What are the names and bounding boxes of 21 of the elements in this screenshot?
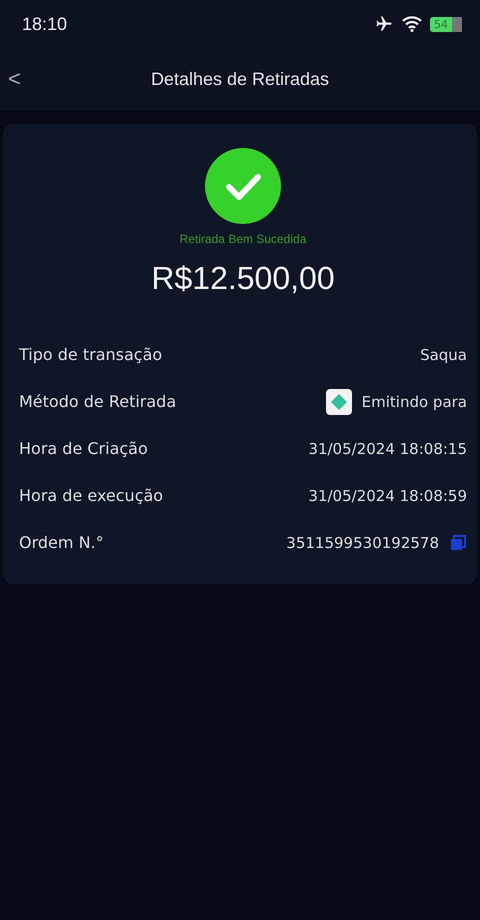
copy-icon[interactable] bbox=[449, 534, 467, 552]
detail-label: Ordem N.° bbox=[19, 533, 104, 552]
page-title: Detalhes de Retiradas bbox=[150, 68, 330, 90]
detail-label: Método de Retirada bbox=[19, 392, 176, 411]
wifi-icon bbox=[402, 16, 422, 32]
detail-label: Tipo de transação bbox=[19, 345, 162, 364]
detail-value: 31/05/2024 18:08:15 bbox=[308, 440, 467, 458]
detail-label: Hora de Criação bbox=[19, 439, 148, 458]
amount-text: R$12.500,00 bbox=[151, 260, 335, 297]
detail-value: Saqua bbox=[420, 346, 467, 364]
airplane-icon bbox=[374, 15, 394, 33]
payment-method-icon bbox=[326, 388, 352, 414]
success-check-icon bbox=[205, 148, 281, 224]
detail-value: 31/05/2024 18:08:59 bbox=[308, 486, 467, 504]
detail-value: Emitindo para bbox=[362, 392, 467, 410]
detail-label: Hora de execução bbox=[19, 486, 164, 505]
status-text: Retirada Bem Sucedida bbox=[180, 232, 306, 246]
back-button[interactable]: < bbox=[4, 62, 25, 96]
detail-value: 3511599530192578 bbox=[286, 534, 439, 552]
battery-level: 54 bbox=[430, 16, 462, 32]
status-time: 18:10 bbox=[22, 14, 68, 34]
